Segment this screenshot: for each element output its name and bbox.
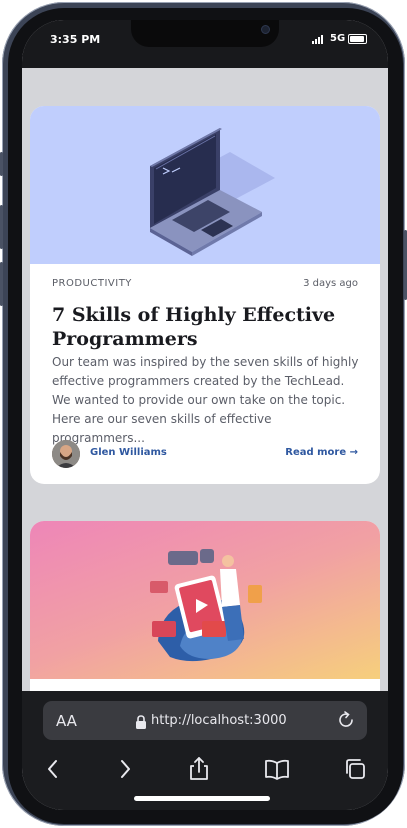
volume-down-button — [0, 262, 3, 306]
mute-switch — [0, 152, 3, 176]
article-category: PRODUCTIVITY — [52, 278, 132, 289]
article-excerpt: Our team was inspired by the seven skill… — [52, 355, 359, 445]
bookmarks-icon[interactable] — [263, 755, 291, 783]
social-media-illustration-icon — [150, 549, 262, 662]
volume-up-button — [0, 205, 3, 249]
share-icon[interactable] — [185, 755, 213, 783]
author-name[interactable]: Glen Williams — [90, 447, 167, 458]
browser-bottom-bar: AA http://localhost:3000 — [22, 691, 388, 810]
author-photo-icon — [52, 440, 80, 468]
article-card[interactable]: PRODUCTIVITY 3 days ago 7 Skills of High… — [30, 106, 380, 484]
read-more-link[interactable]: Read more → — [285, 447, 358, 458]
article-age: 3 days ago — [303, 278, 358, 289]
tabs-icon[interactable] — [341, 755, 369, 783]
reload-icon[interactable] — [335, 709, 357, 731]
screen: PRODUCTIVITY 3 days ago 7 Skills of High… — [22, 20, 388, 810]
article-image — [30, 521, 380, 679]
phone-mockup: PRODUCTIVITY 3 days ago 7 Skills of High… — [0, 0, 407, 828]
battery-icon — [348, 34, 367, 44]
article-image — [30, 106, 380, 264]
lock-icon — [136, 715, 146, 729]
browser-toolbar — [22, 749, 388, 785]
network-type: 5G — [330, 33, 346, 44]
notch — [131, 20, 279, 47]
home-indicator — [134, 796, 270, 801]
status-bar: 3:35 PM 5G — [22, 20, 388, 68]
avatar — [52, 440, 80, 468]
back-icon[interactable] — [39, 755, 67, 783]
article-title[interactable]: 7 Skills of Highly Effective Programmers — [52, 303, 352, 351]
status-time: 3:35 PM — [50, 33, 101, 46]
url-text[interactable]: http://localhost:3000 — [151, 713, 287, 728]
address-bar[interactable]: AA http://localhost:3000 — [43, 701, 367, 740]
text-size-button[interactable]: AA — [56, 712, 77, 730]
camera-icon — [261, 25, 270, 34]
laptop-illustration-icon — [150, 128, 275, 256]
forward-icon[interactable] — [111, 755, 139, 783]
signal-icon — [312, 35, 323, 44]
